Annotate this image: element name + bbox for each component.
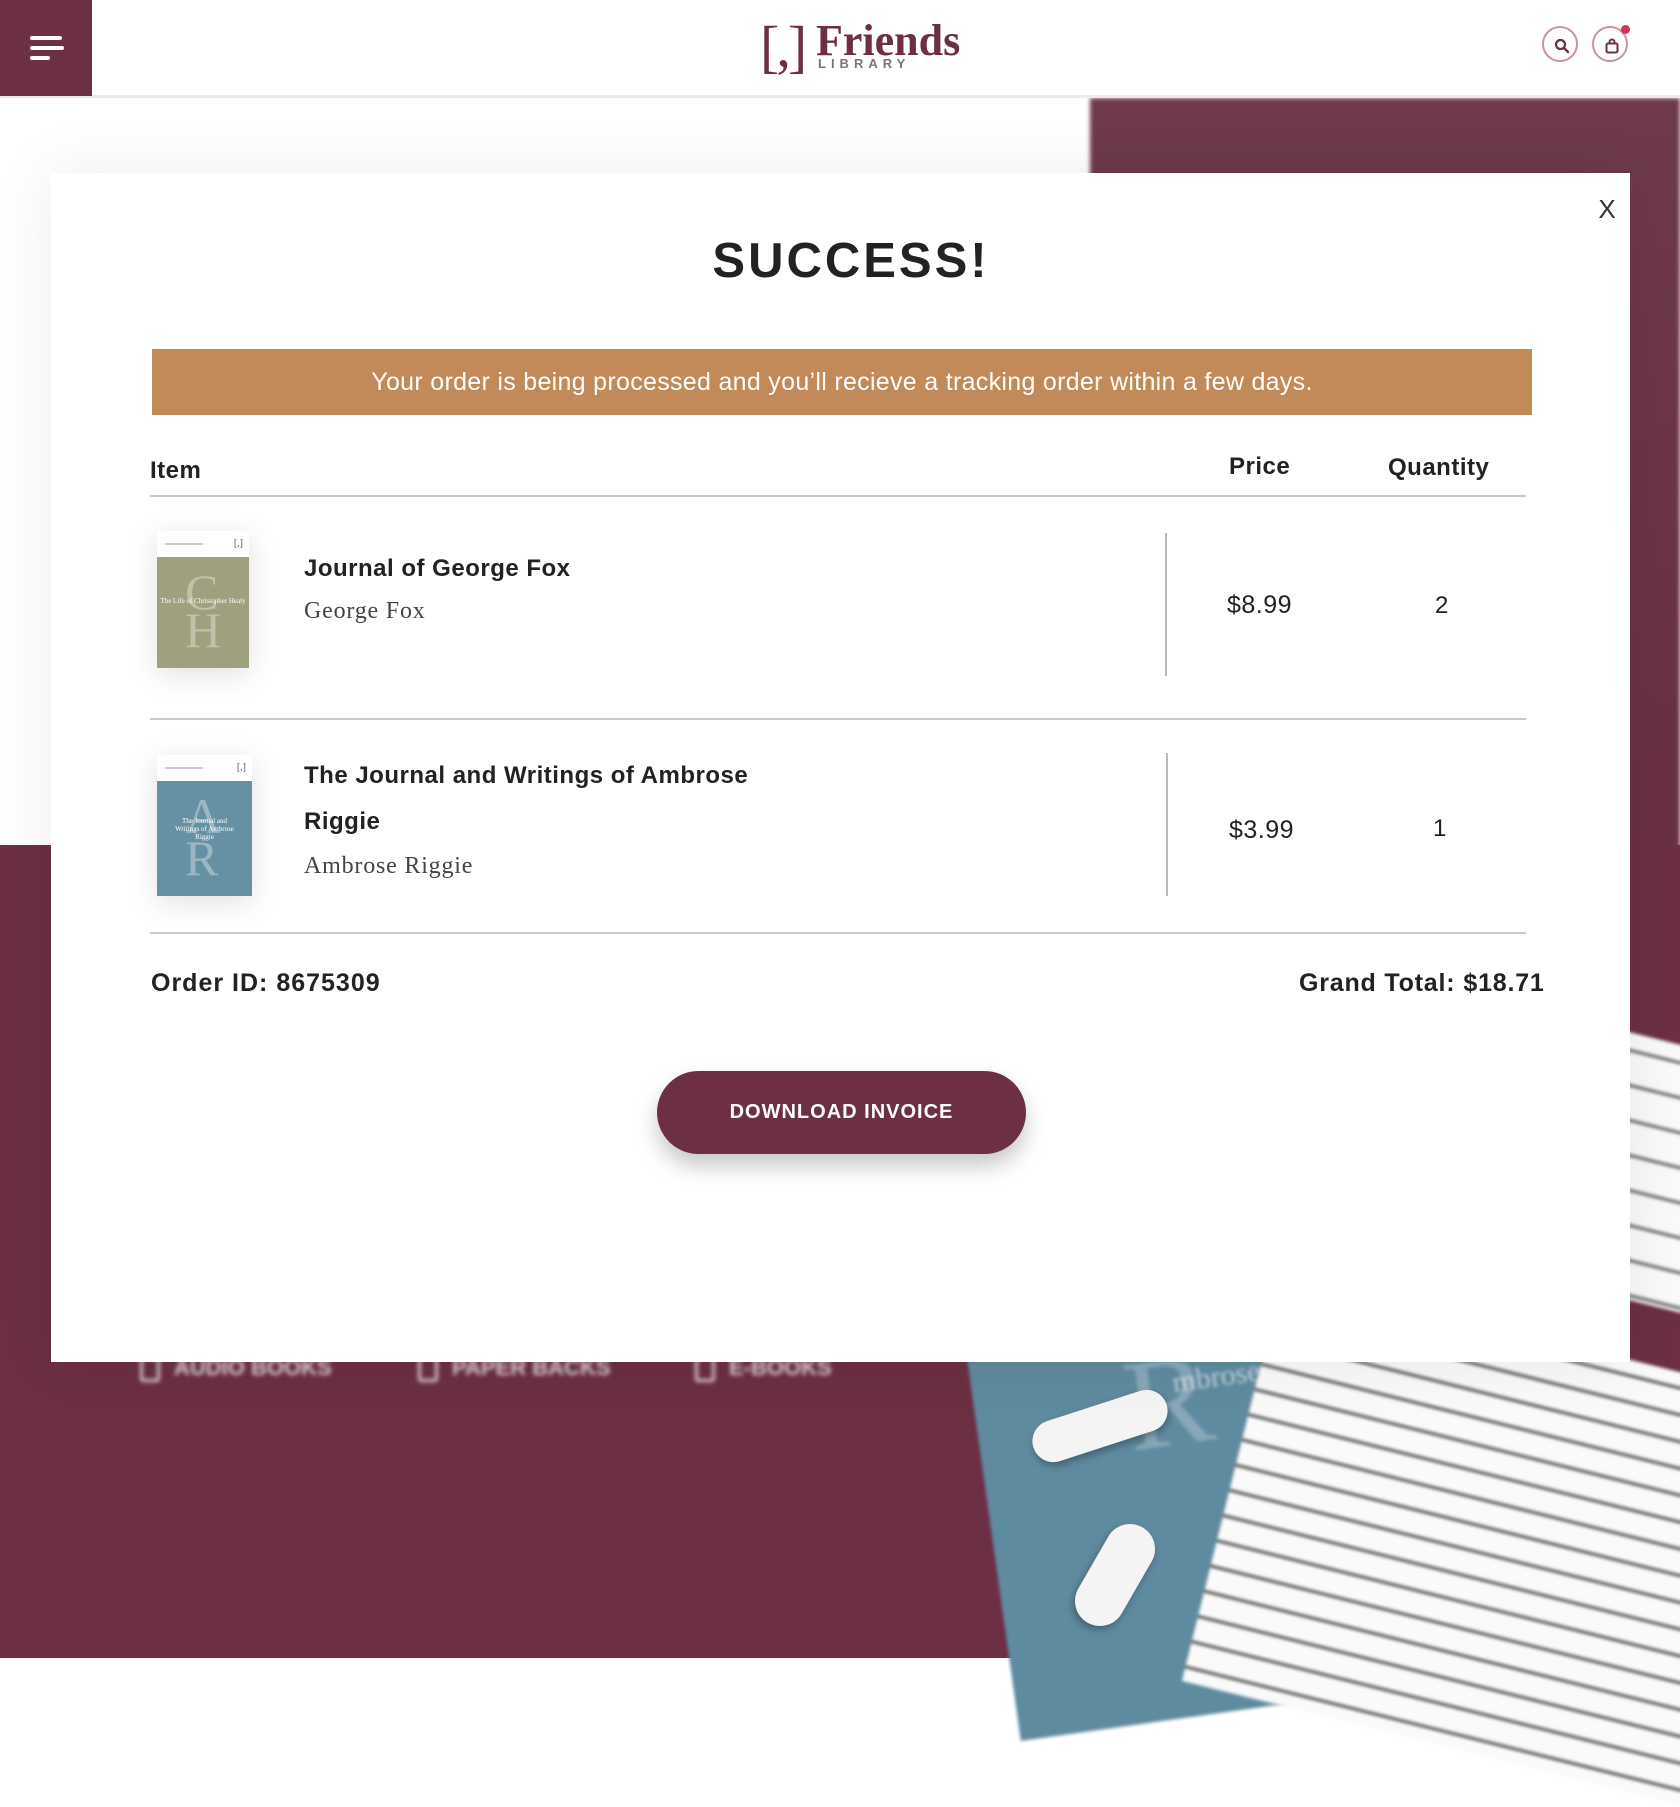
- search-icon: [1554, 38, 1570, 54]
- row-divider: [1166, 753, 1168, 896]
- cart-notification-dot: [1621, 25, 1630, 34]
- table-divider: [150, 932, 1526, 934]
- grand-total-label: Grand Total:: [1299, 969, 1456, 997]
- table-divider: [150, 718, 1526, 720]
- book-cover-image[interactable]: [,] C H The Life of Christopher Healy: [157, 531, 249, 668]
- logo-mark: [,]: [760, 14, 807, 79]
- item-author: Ambrose Riggie: [304, 853, 474, 879]
- order-success-modal: X SUCCESS! Your order is being processed…: [51, 173, 1630, 1362]
- cover-art: A R The Journal and Writings of Ambrose …: [157, 781, 252, 896]
- download-invoice-button[interactable]: DOWNLOAD INVOICE: [657, 1071, 1026, 1154]
- grand-total: Grand Total: $18.71: [1299, 969, 1545, 998]
- item-title[interactable]: The Journal and Writings of Ambrose Rigg…: [304, 753, 774, 845]
- table-divider: [150, 495, 1526, 497]
- cart-icon: [1605, 38, 1619, 54]
- search-button[interactable]: [1542, 26, 1578, 62]
- order-id: Order ID: 8675309: [151, 969, 381, 998]
- item-quantity: 1: [1433, 815, 1447, 842]
- item-author: George Fox: [304, 598, 426, 624]
- item-price: $3.99: [1229, 816, 1295, 844]
- order-status-banner: Your order is being processed and you’ll…: [152, 349, 1532, 415]
- row-divider: [1165, 533, 1167, 676]
- item-title[interactable]: Journal of George Fox: [304, 546, 571, 592]
- site-header: [,] Friends LIBRARY: [0, 0, 1680, 98]
- grand-total-value: $18.71: [1463, 969, 1545, 997]
- cover-title: The Journal and Writings of Ambrose Rigg…: [175, 817, 234, 841]
- cover-art: C H The Life of Christopher Healy: [157, 557, 249, 668]
- item-price: $8.99: [1227, 591, 1293, 619]
- column-header-item: Item: [150, 457, 202, 484]
- order-id-value: 8675309: [276, 969, 381, 997]
- logo-subtitle: LIBRARY: [818, 56, 911, 71]
- close-button[interactable]: X: [1591, 193, 1623, 225]
- order-id-label: Order ID:: [151, 969, 269, 997]
- cover-letter: H: [185, 602, 222, 658]
- cover-title: The Life of Christopher Healy: [160, 597, 246, 605]
- book-cover-image[interactable]: [,] A R The Journal and Writings of Ambr…: [157, 755, 252, 896]
- modal-title: SUCCESS!: [712, 234, 990, 288]
- column-header-quantity: Quantity: [1388, 454, 1490, 481]
- column-header-price: Price: [1229, 453, 1291, 480]
- menu-button[interactable]: [0, 0, 92, 96]
- site-logo[interactable]: [,] Friends LIBRARY: [760, 16, 965, 78]
- item-quantity: 2: [1435, 592, 1449, 619]
